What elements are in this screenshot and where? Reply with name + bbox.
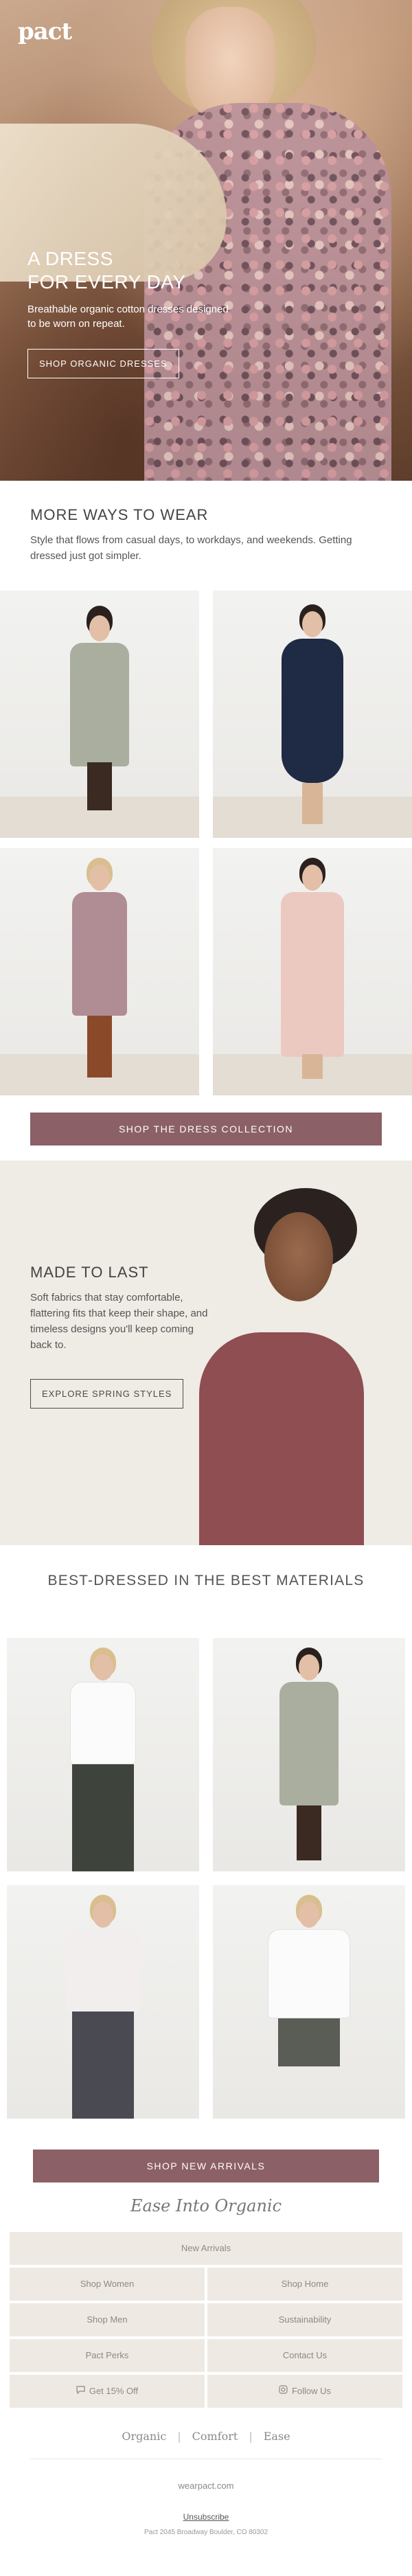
nav-row: Get 15% Off Follow Us	[10, 2375, 402, 2408]
model-pants	[72, 1764, 134, 1871]
tagline-comfort: Comfort	[192, 2430, 238, 2443]
nav-shop-men[interactable]: Shop Men	[10, 2303, 205, 2336]
made-to-last-section[interactable]: MADE TO LAST Soft fabrics that stay comf…	[0, 1161, 412, 1545]
nav-contact-us[interactable]: Contact Us	[207, 2339, 402, 2372]
more-ways-body: Style that flows from casual days, to wo…	[30, 534, 352, 562]
company-address: Pact 2045 Broadway Boulder, CO 80302	[144, 2529, 268, 2536]
nav-new-arrivals[interactable]: New Arrivals	[10, 2232, 402, 2265]
nav-pact-perks[interactable]: Pact Perks	[10, 2339, 205, 2372]
model-head	[299, 1654, 319, 1680]
made-to-last-text: MADE TO LAST Soft fabrics that stay comf…	[30, 1264, 216, 1409]
website-link[interactable]: wearpact.com	[0, 2481, 412, 2491]
product-image-sage-wrap-dress[interactable]	[0, 591, 199, 838]
hero-banner[interactable]: pact A DRESS FOR EVERY DAY Breathable or…	[0, 0, 412, 481]
model-dress	[279, 1682, 339, 1805]
nav-row: Shop Men Sustainability	[10, 2303, 402, 2336]
hero-text: A DRESS FOR EVERY DAY Breathable organic…	[27, 247, 233, 378]
follow-us-label: Follow Us	[291, 2386, 332, 2396]
nav-shop-home[interactable]: Shop Home	[207, 2268, 402, 2301]
more-ways-title: MORE WAYS TO WEAR	[30, 506, 209, 523]
model-boots	[297, 1805, 321, 1860]
product-image-white-tee[interactable]	[7, 1885, 199, 2119]
ease-into-organic-heading: Ease Into Organic	[130, 2196, 282, 2215]
tagline-separator: |	[177, 2430, 181, 2443]
nav-row: Pact Perks Contact Us	[10, 2339, 402, 2372]
get-15-off-label: Get 15% Off	[89, 2386, 139, 2396]
nav-row: Shop Women Shop Home	[10, 2268, 402, 2301]
model-top	[65, 1929, 141, 2011]
product-image-blush-tee-dress[interactable]	[213, 848, 412, 1095]
nav-sustainability[interactable]: Sustainability	[207, 2303, 402, 2336]
hero-title-line2: FOR EVERY DAY	[27, 271, 186, 293]
more-ways-section: MORE WAYS TO WEAR Style that flows from …	[30, 506, 387, 564]
nav-shop-women[interactable]: Shop Women	[10, 2268, 205, 2301]
model-head	[302, 865, 323, 891]
tagline-organic: Organic	[122, 2430, 167, 2443]
tagline-separator: |	[249, 2430, 253, 2443]
model-legs	[302, 1054, 323, 1079]
email-page: pact A DRESS FOR EVERY DAY Breathable or…	[0, 0, 412, 2576]
model-top	[268, 1929, 350, 2018]
instagram-icon	[279, 2375, 288, 2408]
model-head	[299, 1902, 319, 1928]
shop-organic-dresses-button[interactable]: SHOP ORGANIC DRESSES	[27, 349, 179, 378]
model-head	[89, 615, 110, 641]
product-image-white-tank[interactable]	[7, 1638, 199, 1871]
model-pants	[72, 2011, 134, 2119]
model-shorts	[278, 2018, 340, 2066]
brand-tagline: Organic | Comfort | Ease	[0, 2430, 412, 2443]
made-to-last-body: Soft fabrics that stay comfortable, flat…	[30, 1292, 208, 1351]
model-boots	[87, 1016, 112, 1078]
model-legs	[302, 783, 323, 824]
unsubscribe-link[interactable]: Unsubscribe	[0, 2512, 412, 2522]
chat-bubble-icon	[76, 2375, 85, 2408]
product-image-floral-dress[interactable]	[0, 848, 199, 1095]
footer-nav-grid: New Arrivals Shop Women Shop Home Shop M…	[10, 2232, 402, 2410]
brand-logo[interactable]: pact	[18, 18, 72, 45]
hero-title-line1: A DRESS	[27, 248, 113, 269]
product-image-navy-tank-dress[interactable]	[213, 591, 412, 838]
shop-new-arrivals-button[interactable]: SHOP NEW ARRIVALS	[33, 2150, 379, 2182]
hero-subtitle: Breathable organic cotton dresses design…	[27, 304, 229, 330]
best-dressed-title: BEST-DRESSED IN THE BEST MATERIALS	[47, 1573, 365, 1588]
model-dress	[282, 639, 343, 783]
explore-spring-styles-button[interactable]: EXPLORE SPRING STYLES	[30, 1379, 184, 1409]
model-dress	[281, 892, 344, 1057]
model-head	[302, 611, 323, 637]
model-dress	[70, 643, 129, 766]
model-top	[70, 1682, 136, 1764]
model-head	[93, 1654, 113, 1680]
model-dress	[72, 892, 127, 1016]
model-boots	[87, 762, 112, 810]
product-image-long-sleeve-tee[interactable]	[213, 1885, 405, 2119]
nav-get-15-off[interactable]: Get 15% Off	[10, 2375, 205, 2408]
model-head	[93, 1902, 113, 1928]
model-head	[264, 1212, 333, 1301]
model-dress	[199, 1332, 364, 1545]
product-image-sage-wrap-dress-2[interactable]	[213, 1638, 405, 1871]
nav-follow-us[interactable]: Follow Us	[207, 2375, 402, 2408]
hero-title: A DRESS FOR EVERY DAY	[27, 247, 233, 294]
model-head	[89, 865, 110, 891]
tagline-ease: Ease	[263, 2430, 290, 2443]
made-to-last-title: MADE TO LAST	[30, 1264, 149, 1281]
shop-dress-collection-button[interactable]: SHOP THE DRESS COLLECTION	[30, 1113, 382, 1145]
